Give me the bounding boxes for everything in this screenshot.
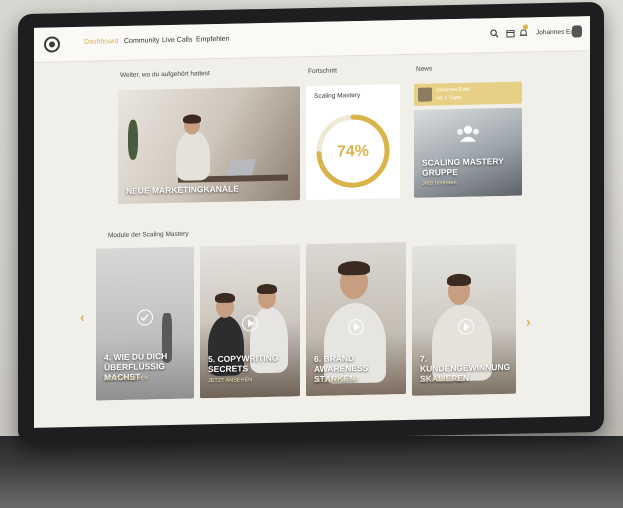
module-card-5[interactable]: 5. COPYWRITING SECRETS JETZT ANSEHEN (200, 244, 300, 399)
logo-icon[interactable] (44, 36, 60, 53)
module-5-title: 5. COPYWRITING SECRETS (208, 352, 279, 375)
continue-heading: Weiter, wo du aufgehört hattest (120, 70, 210, 80)
check-icon (137, 309, 153, 326)
module-card-4[interactable]: 4. WIE DU DICH ÜBERFLÜSSIG MACHST JETZT … (96, 246, 194, 401)
module-7-sub: JETZT ANSEHEN (420, 376, 465, 384)
progress-percent: 74% (336, 142, 370, 161)
search-icon[interactable] (490, 29, 499, 40)
module-5-hair-2 (257, 283, 277, 295)
nav-empfehlen[interactable]: Empfehlen (196, 36, 229, 44)
news-card-sub: Jetzt beitreten (422, 179, 457, 187)
module-card-6[interactable]: 6. BRAND AWARENESS STÄRKEN JETZT ANSEHEN (306, 242, 406, 397)
continue-card[interactable]: NEUE MARKETINGKANÄLE (118, 86, 300, 205)
modules-heading: Module der Scaling Mastery (108, 230, 189, 240)
nav-live-calls[interactable]: Live Calls (162, 37, 192, 45)
app-screen: Dashboard Community Live Calls Empfehlen… (34, 16, 590, 428)
module-6-sub: JETZT ANSEHEN (314, 377, 359, 384)
module-5-sub: JETZT ANSEHEN (208, 377, 253, 385)
chevron-right-icon[interactable]: › (526, 313, 531, 329)
module-6-hair (338, 260, 370, 276)
plant-image (128, 119, 138, 160)
progress-card[interactable]: Scaling Mastery 74% (306, 84, 400, 201)
laptop-base (0, 436, 623, 508)
news-heading: News (416, 65, 433, 73)
news-author: Johannes Eder (436, 86, 470, 94)
person-hair (183, 114, 201, 124)
news-item[interactable]: Johannes Eder vor 2 Tagen (414, 81, 522, 106)
calendar-icon[interactable] (506, 29, 515, 40)
module-card-7[interactable]: 7. KUNDENGEWINNUNG SKALIEREN JETZT ANSEH… (412, 243, 516, 396)
news-date: vor 2 Tagen (436, 94, 463, 102)
avatar[interactable] (572, 25, 582, 38)
news-card[interactable]: SCALING MASTERY GRUPPE Jetzt beitreten (414, 107, 522, 198)
bell-icon[interactable] (519, 28, 528, 39)
nav-dashboard[interactable]: Dashboard (84, 38, 118, 46)
person-image (176, 130, 210, 181)
chevron-left-icon[interactable]: ‹ (80, 309, 85, 325)
laptop-image (225, 159, 257, 176)
progress-heading: Fortschritt (308, 67, 337, 76)
module-4-sub: JETZT ANSEHEN (104, 375, 149, 383)
module-5-hair-1 (215, 292, 235, 304)
module-7-hair (447, 273, 471, 287)
group-icon (456, 124, 480, 143)
news-card-title-2: GRUPPE (422, 166, 458, 178)
news-thumbnail (418, 87, 432, 102)
nav-community[interactable]: Community (124, 37, 159, 45)
